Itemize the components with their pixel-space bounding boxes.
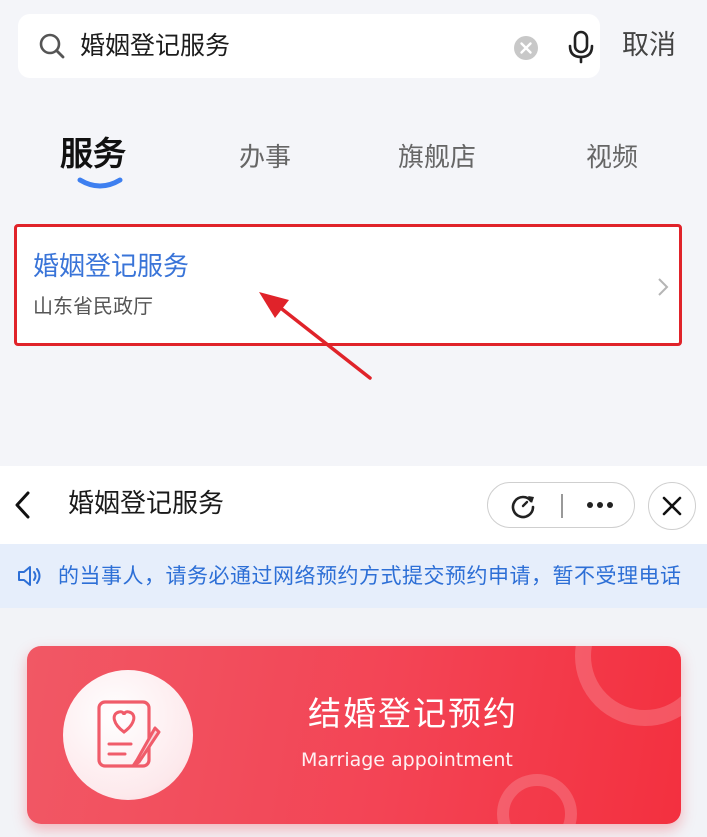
tab-flagship-store[interactable]: 旗舰店 [398,140,476,176]
tab-active-indicator [77,177,123,189]
appointment-title: 结婚登记预约 [308,694,518,733]
search-results-screen: 婚姻登记服务 取消 服务 办事 旗舰店 视频 婚姻登记服务 山东省民政厅 [0,0,707,466]
page-title: 婚姻登记服务 [68,489,225,519]
result-tabs: 服务 办事 旗舰店 视频 [0,130,707,200]
back-icon[interactable] [14,490,30,520]
notice-bar: 的当事人，请务必通过网络预约方式提交预约申请，暂不受理电话 [0,544,707,608]
tab-video[interactable]: 视频 [586,140,638,176]
more-icon[interactable] [584,491,616,519]
notice-text: 的当事人，请务必通过网络预约方式提交预约申请，暂不受理电话 [58,564,682,588]
speaker-icon [18,566,41,586]
result-provider: 山东省民政厅 [33,294,153,318]
heart-document-icon [97,700,161,768]
decorative-ring [575,646,681,726]
search-icon [39,33,65,59]
close-button[interactable] [648,482,696,530]
capsule-menu [487,482,635,528]
chevron-right-icon [658,278,669,296]
nav-bar: 婚姻登记服务 [0,466,707,544]
result-title: 婚姻登记服务 [33,252,190,282]
clear-icon[interactable] [513,35,539,61]
search-input[interactable]: 婚姻登记服务 [80,28,230,64]
decorative-ring [497,774,577,824]
cancel-button[interactable]: 取消 [622,28,676,64]
appointment-badge [63,670,193,800]
capsule-divider [561,494,563,518]
appointment-subtitle: Marriage appointment [301,749,513,771]
annotation-arrow [259,292,372,380]
refresh-icon[interactable] [510,493,536,519]
microphone-icon[interactable] [566,30,596,64]
search-bar[interactable]: 婚姻登记服务 [18,14,600,78]
mini-program-screen: 婚姻登记服务 的当事人，请务必通过网络预约方式提交预约申请，暂不受理电话 结婚登… [0,466,707,837]
close-icon [662,496,682,516]
marriage-appointment-card[interactable]: 结婚登记预约 Marriage appointment [27,646,681,824]
tab-affairs[interactable]: 办事 [239,140,291,176]
tab-services[interactable]: 服务 [60,136,126,172]
